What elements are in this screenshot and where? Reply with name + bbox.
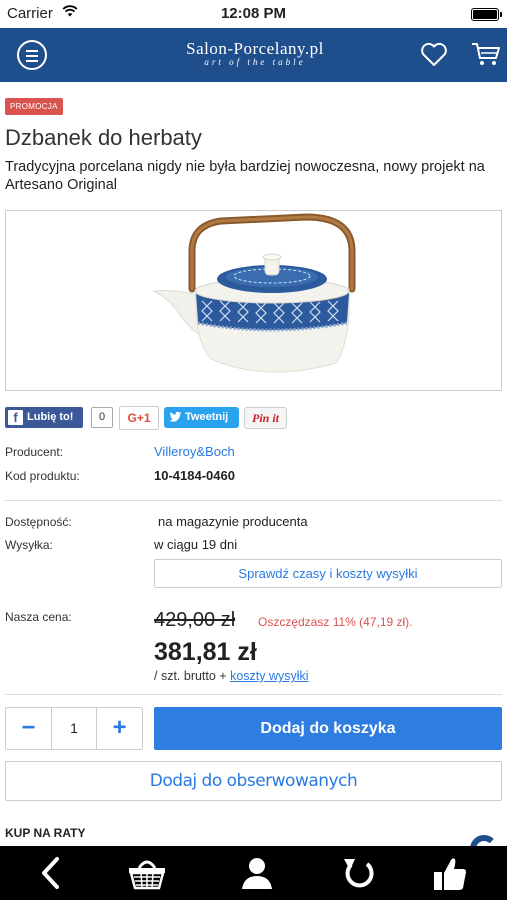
tweet-label: Tweetnij (185, 411, 229, 423)
producer-label: Producent: (5, 445, 64, 459)
bottom-toolbar (0, 846, 507, 900)
refresh-icon[interactable] (341, 856, 377, 892)
basket-icon[interactable] (126, 856, 168, 890)
shipping-label: Wysyłka: (5, 538, 53, 552)
quantity-input[interactable]: 1 (51, 708, 97, 749)
cart-icon[interactable] (471, 41, 501, 67)
check-shipping-button[interactable]: Sprawdź czasy i koszty wysyłki (154, 559, 502, 588)
facebook-icon: f (8, 410, 23, 425)
teapot-image (152, 213, 356, 373)
battery-icon (471, 8, 502, 21)
shipping-cost-link[interactable]: koszty wysyłki (230, 669, 308, 683)
producer-link[interactable]: Villeroy&Boch (154, 444, 235, 459)
loading-icon (470, 835, 498, 846)
divider (5, 694, 502, 695)
product-page: PROMOCJA Dzbanek do herbaty Tradycyjna p… (0, 82, 507, 846)
shipping-value: w ciągu 19 dni (154, 537, 238, 552)
availability-label: Dostępność: (5, 515, 72, 529)
price-unit-text: / szt. brutto + (154, 669, 231, 683)
quantity-stepper: − 1 + (5, 707, 143, 750)
quantity-decrease-button[interactable]: − (6, 708, 51, 749)
product-description: Tradycyjna porcelana nigdy nie była bard… (5, 159, 485, 193)
facebook-like-button[interactable]: f Lubię to! (5, 407, 83, 428)
divider (5, 500, 502, 501)
savings-text: Oszczędzasz 11% (47,19 zł). (258, 615, 413, 629)
product-code-value: 10-4184-0460 (154, 468, 235, 483)
price-unit: / szt. brutto + koszty wysyłki (154, 669, 309, 683)
logo-name: Salon-Porcelany.pl (186, 39, 324, 58)
pinterest-button[interactable]: Pin it (244, 407, 287, 429)
thumbs-up-icon[interactable] (432, 856, 468, 892)
tweet-button[interactable]: Tweetnij (164, 407, 239, 428)
product-title: Dzbanek do herbaty (5, 125, 202, 150)
product-code-label: Kod produktu: (5, 469, 80, 483)
user-icon[interactable] (240, 856, 274, 890)
status-bar: Carrier 12:08 PM (0, 0, 507, 28)
google-plus-button[interactable]: G+1 (119, 406, 159, 430)
product-image[interactable] (5, 210, 502, 391)
availability-value: na magazynie producenta (158, 514, 308, 529)
twitter-icon (169, 411, 182, 422)
logo-tagline: art of the table (204, 57, 306, 67)
current-price: 381,81 zł (154, 638, 257, 666)
installments-heading: KUP NA RATY (5, 826, 86, 840)
add-to-watchlist-button[interactable]: Dodaj do obserwowanych (5, 761, 502, 801)
app-header: Salon-Porcelany.pl art of the table (0, 28, 507, 82)
quantity-increase-button[interactable]: + (97, 708, 142, 749)
clock: 12:08 PM (220, 5, 287, 22)
promo-badge: PROMOCJA (5, 98, 63, 115)
old-price: 429,00 zł (154, 609, 236, 631)
logo[interactable]: Salon-Porcelany.pl art of the table (125, 39, 385, 67)
heart-icon[interactable] (420, 41, 448, 67)
back-icon[interactable] (40, 856, 62, 890)
price-label: Nasza cena: (5, 610, 72, 624)
menu-icon[interactable] (17, 40, 47, 70)
facebook-like-count: 0 (91, 407, 113, 428)
facebook-like-label: Lubię to! (27, 411, 74, 423)
add-to-cart-button[interactable]: Dodaj do koszyka (154, 707, 502, 750)
